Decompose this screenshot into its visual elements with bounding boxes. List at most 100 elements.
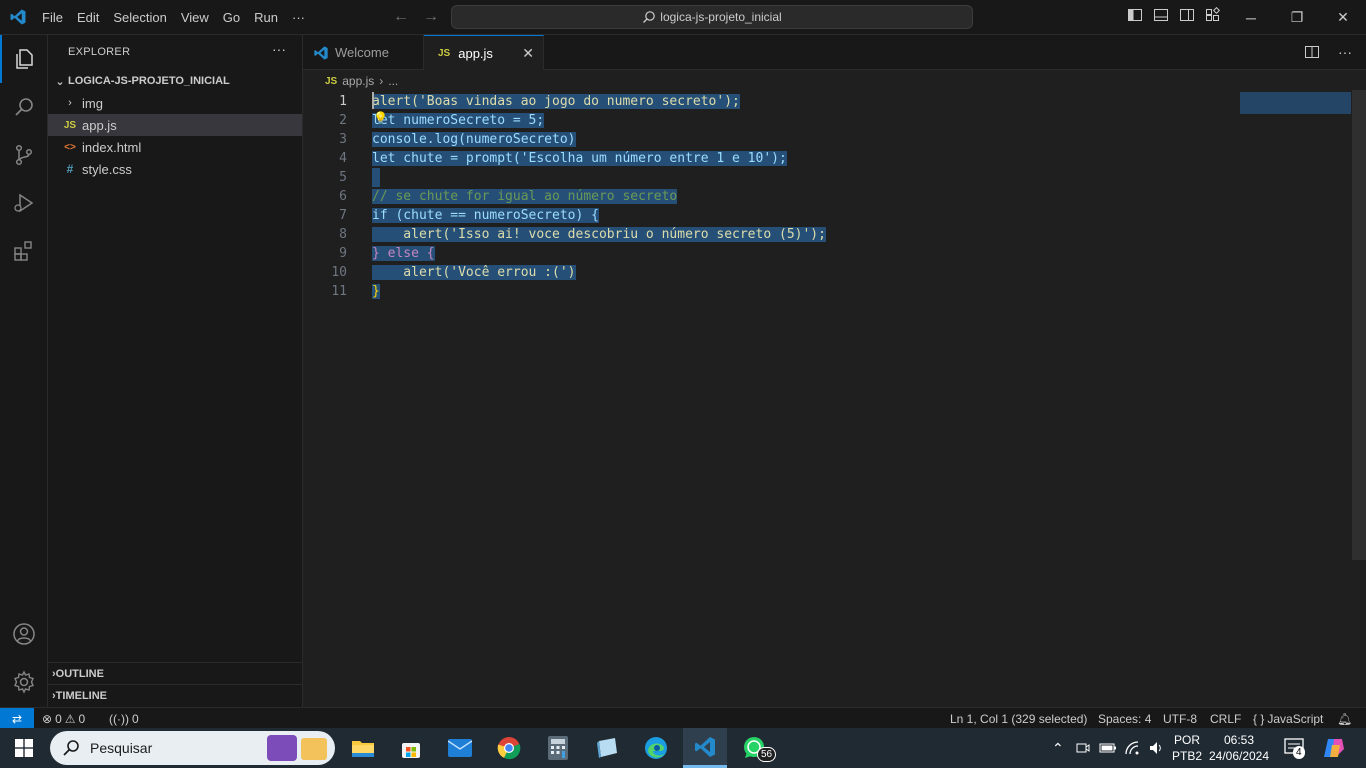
edge-app[interactable] [634,728,678,768]
breadcrumb: JS app.js › ... [325,72,398,90]
explorer-more-button[interactable]: ··· [272,41,286,57]
cursor-position[interactable]: Ln 1, Col 1 (329 selected) [950,708,1087,729]
source-control-activity[interactable] [0,131,48,179]
breadcrumb-file[interactable]: app.js [342,74,374,88]
editor-actions: ··· [1304,44,1352,60]
explorer-activity[interactable] [0,35,48,83]
clock[interactable]: 06:53 24/06/2024 [1208,732,1270,764]
menu-go[interactable]: Go [216,0,247,35]
tab-welcome[interactable]: Welcome [303,35,424,70]
menu-selection[interactable]: Selection [106,0,173,35]
input-language[interactable]: POR PTB2 [1172,732,1202,764]
store-icon [402,743,420,758]
language-bottom: PTB2 [1172,749,1203,763]
microsoft-store-app[interactable] [389,728,433,768]
breadcrumb-symbols[interactable]: ... [388,74,398,88]
start-button[interactable] [2,728,46,768]
extensions-icon [14,241,32,261]
code-line: if (chute == numeroSecreto) { [372,208,599,223]
line-number: 9 [339,246,347,261]
battery-icon[interactable] [1099,741,1117,755]
wifi-icon[interactable] [1124,740,1140,756]
menu-view[interactable]: View [174,0,216,35]
menu-more[interactable]: ··· [285,0,312,35]
toggle-secondary-sidebar-icon[interactable] [1179,7,1195,23]
tab-app-js[interactable]: JS app.js ✕ [424,35,544,70]
close-icon[interactable]: ✕ [522,45,534,62]
chrome-app[interactable] [487,728,531,768]
remote-indicator-icon[interactable]: ⇄ [0,708,34,729]
tree-item-app-js[interactable]: JS app.js [48,114,302,136]
menu-run[interactable]: Run [247,0,285,35]
accounts-activity[interactable] [0,610,48,658]
chrome-icon [497,737,521,760]
mail-icon [448,739,472,757]
close-window-icon[interactable]: ✕ [1320,0,1366,35]
vscode-logo-icon [695,736,715,757]
code-line: let chute = prompt('Escolha um número en… [372,151,787,166]
outline-section[interactable]: › OUTLINE [48,662,302,684]
folder-icon [352,741,374,757]
tree-item-img[interactable]: › img [48,92,302,114]
code-editor[interactable]: 1 2 3 4 5 6 7 8 9 10 11 alert('Boas vind… [303,90,1366,707]
volume-icon[interactable] [1148,740,1164,756]
customize-layout-icon[interactable] [1205,7,1221,23]
more-actions-icon[interactable]: ··· [1338,44,1352,60]
menu-bar: File Edit Selection View Go Run ··· [35,0,312,35]
account-icon [13,623,35,645]
javascript-file-icon: JS [63,119,77,131]
timeline-section[interactable]: › TIMELINE [48,684,302,706]
toggle-panel-icon[interactable] [1153,7,1169,23]
vscode-app[interactable] [683,728,727,768]
file-explorer-app[interactable] [341,728,385,768]
problems-indicator[interactable]: ⊗ 0 ⚠ 0 [42,708,85,729]
search-icon [15,98,33,116]
workspace-folder[interactable]: ⌄ LOGICA-JS-PROJETO_INICIAL [48,70,302,92]
language-mode[interactable]: { } JavaScript [1253,708,1323,729]
taskbar-search[interactable]: Pesquisar [50,731,335,765]
manage-activity[interactable] [0,658,48,706]
whatsapp-badge: 56 [757,747,777,762]
language-label: JavaScript [1267,711,1324,726]
ports-indicator[interactable]: ((·)) 0 [109,708,139,729]
chevron-up-icon[interactable]: ⌃ [1052,740,1064,757]
encoding[interactable]: UTF-8 [1163,708,1197,729]
extensions-activity[interactable] [0,227,48,275]
source-control-icon [15,144,33,166]
run-debug-activity[interactable] [0,179,48,227]
windows-logo-icon [15,739,33,757]
search-icon [643,11,656,23]
chevron-right-icon: › [68,97,72,109]
back-arrow-icon[interactable]: ← [393,8,409,26]
code-line: } else { [372,246,435,261]
minimize-icon[interactable]: ─ [1228,0,1274,35]
copilot-icon[interactable] [1322,737,1346,759]
menu-edit[interactable]: Edit [70,0,106,35]
notifications-button[interactable]: 4 [1284,738,1305,759]
search-activity[interactable] [0,83,48,131]
whatsapp-app[interactable]: 56 [733,728,777,768]
end-of-line[interactable]: CRLF [1210,708,1241,729]
line-number: 5 [339,170,347,185]
forward-arrow-icon[interactable]: → [423,8,439,26]
toggle-primary-sidebar-icon[interactable] [1127,7,1143,23]
search-highlight-icon [267,735,327,761]
camera-icon[interactable] [1076,741,1090,755]
timeline-label: TIMELINE [55,689,108,702]
restore-icon[interactable]: ❐ [1274,0,1320,35]
vertical-scrollbar[interactable] [1352,90,1366,560]
bell-icon[interactable]: 🔔︎ [1337,708,1352,729]
mail-app[interactable] [438,728,482,768]
lightbulb-icon[interactable]: 💡 [373,111,388,125]
indentation[interactable]: Spaces: 4 [1098,708,1151,729]
minimap[interactable] [1240,92,1351,114]
menu-file[interactable]: File [35,0,70,35]
calculator-app[interactable] [536,728,580,768]
tree-item-label: index.html [82,139,142,155]
tab-label: Welcome [335,45,389,60]
command-center[interactable]: logica-js-projeto_inicial [451,5,973,29]
split-editor-icon[interactable] [1304,44,1320,60]
tree-item-index-html[interactable]: <> index.html [48,136,302,158]
tree-item-style-css[interactable]: # style.css [48,158,302,180]
notes-app[interactable] [585,728,629,768]
